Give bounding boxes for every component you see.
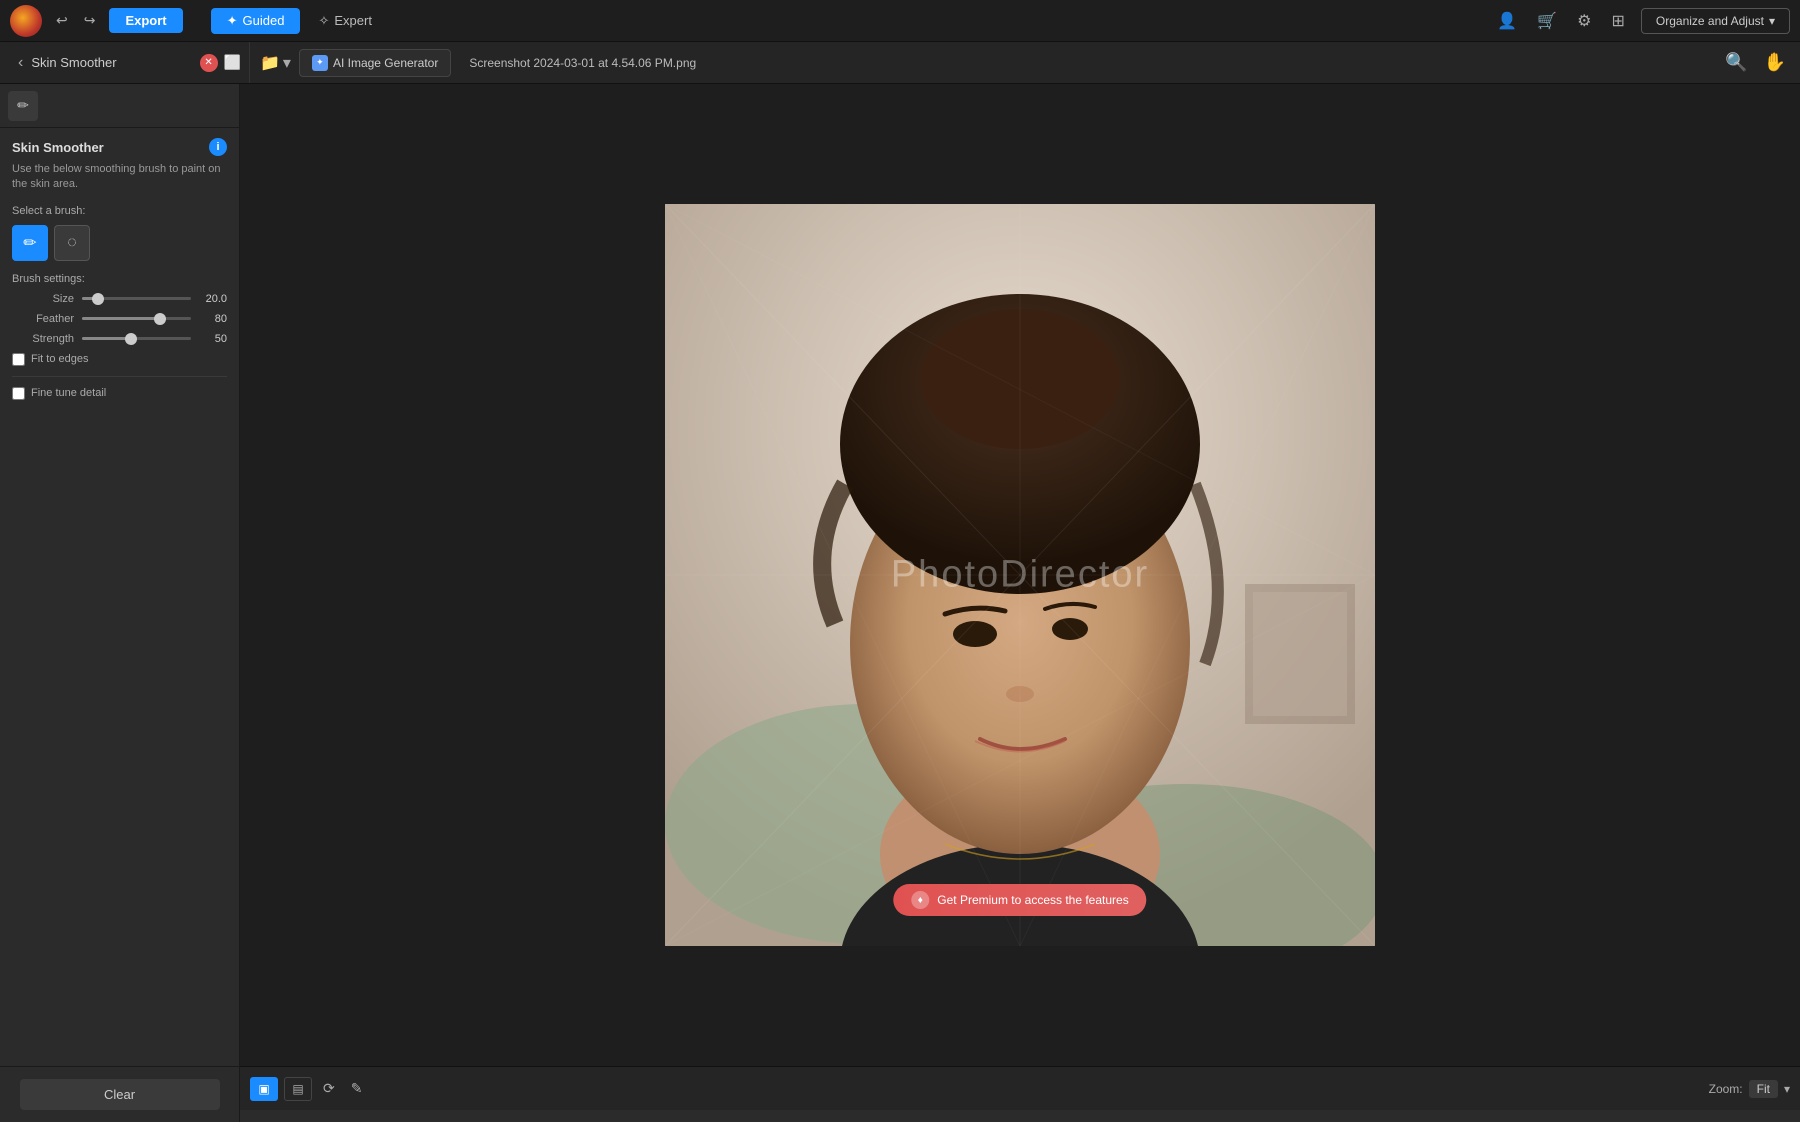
expert-label: Expert: [334, 13, 372, 28]
undo-button[interactable]: ↩: [50, 8, 74, 33]
size-value: 20.0: [199, 293, 227, 305]
search-button[interactable]: 🔍: [1721, 48, 1751, 77]
cart-icon[interactable]: 🛒: [1533, 7, 1561, 35]
feather-label: Feather: [12, 313, 74, 325]
strength-label: Strength: [12, 333, 74, 345]
photo-svg: [665, 204, 1375, 946]
export-button[interactable]: Export: [109, 8, 182, 33]
ai-generator-button[interactable]: ✦ AI Image Generator: [299, 49, 451, 77]
strength-slider[interactable]: [82, 337, 191, 340]
fine-tune-row: Fine tune detail: [12, 387, 227, 400]
photo-container: PhotoDirector ♦ Get Premium to access th…: [665, 204, 1375, 946]
folder-arrow-icon: ▾: [283, 53, 291, 73]
organize-label: Organize and Adjust: [1656, 14, 1764, 28]
fit-to-edges-label: Fit to edges: [31, 353, 88, 365]
erase-brush-button[interactable]: ◌: [54, 225, 90, 261]
guided-label: Guided: [243, 13, 285, 28]
panel-content: Skin Smoother i Use the below smoothing …: [0, 128, 239, 1066]
file-area: 📁 ▾ ✦ AI Image Generator Screenshot 2024…: [250, 49, 706, 77]
zoom-label: Zoom:: [1709, 1082, 1743, 1096]
mode-tabs: ✦ Guided ✧ Expert: [211, 8, 388, 34]
paint-brush-button[interactable]: ✏: [12, 225, 48, 261]
panel-section-title: Skin Smoother i: [12, 138, 227, 156]
settings-icon[interactable]: ⚙: [1573, 7, 1595, 35]
expert-icon: ✧: [318, 13, 329, 29]
tab-expert[interactable]: ✧ Expert: [302, 8, 387, 34]
app-logo: [10, 5, 42, 37]
zoom-value: Fit: [1749, 1080, 1778, 1098]
bottom-bar-left: ▣ ▤ ⟳ ✎: [250, 1077, 367, 1101]
photo-background: PhotoDirector ♦ Get Premium to access th…: [665, 204, 1375, 946]
redo-button[interactable]: ↪: [78, 8, 102, 33]
tab-guided[interactable]: ✦ Guided: [211, 8, 301, 34]
panel-header: ‹ Skin Smoother ✕ ⬜: [10, 42, 250, 83]
fit-to-edges-row: Fit to edges: [12, 353, 227, 366]
brush-settings-label: Brush settings:: [12, 273, 227, 285]
panel-close-button[interactable]: ✕: [200, 54, 218, 72]
size-label: Size: [12, 293, 74, 305]
left-panel: ✏ Skin Smoother i Use the below smoothin…: [0, 84, 240, 1066]
clear-button[interactable]: Clear: [20, 1079, 220, 1110]
divider: [12, 376, 227, 377]
rotate-icon-button[interactable]: ⟳: [318, 1077, 340, 1100]
fine-tune-label: Fine tune detail: [31, 387, 106, 399]
organize-button[interactable]: Organize and Adjust ▾: [1641, 8, 1790, 34]
secondary-bar: ‹ Skin Smoother ✕ ⬜ 📁 ▾ ✦ AI Image Gener…: [0, 42, 1800, 84]
bottom-bar: ▣ ▤ ⟳ ✎ Zoom: Fit ▾: [240, 1066, 1800, 1110]
account-icon[interactable]: 👤: [1493, 7, 1521, 35]
undo-redo-group: ↩ ↪: [50, 8, 101, 33]
grid-icon[interactable]: ⊞: [1607, 7, 1628, 35]
filename-label: Screenshot 2024-03-01 at 4.54.06 PM.png: [469, 56, 696, 70]
tool-icon-strip: ✏: [0, 84, 239, 128]
folder-button[interactable]: 📁 ▾: [260, 53, 291, 73]
strength-slider-row: Strength 50: [12, 333, 227, 345]
bottom-bar-right: Zoom: Fit ▾: [1709, 1080, 1790, 1098]
premium-badge[interactable]: ♦ Get Premium to access the features: [893, 884, 1146, 916]
guided-icon: ✦: [227, 13, 238, 29]
edit-icon-button[interactable]: ✎: [346, 1077, 368, 1100]
feather-slider-row: Feather 80: [12, 313, 227, 325]
panel-title: Skin Smoother: [31, 55, 116, 70]
view-compare-button[interactable]: ▤: [284, 1077, 312, 1101]
premium-icon: ♦: [911, 891, 929, 909]
folder-icon: 📁: [260, 53, 280, 73]
size-slider[interactable]: [82, 297, 191, 300]
bottom-left: Clear: [0, 1066, 240, 1122]
back-button[interactable]: ‹: [18, 54, 23, 72]
main-content-area: ✏ Skin Smoother i Use the below smoothin…: [0, 84, 1800, 1066]
hand-tool-button[interactable]: ✋: [1760, 48, 1790, 77]
panel-description: Use the below smoothing brush to paint o…: [12, 162, 227, 193]
secondary-bar-right: 🔍 ✋: [1721, 48, 1790, 77]
section-title-text: Skin Smoother: [12, 140, 104, 155]
premium-label: Get Premium to access the features: [937, 893, 1128, 907]
feather-value: 80: [199, 313, 227, 325]
canvas-area: PhotoDirector ♦ Get Premium to access th…: [240, 84, 1800, 1066]
bottom-row: Clear ▣ ▤ ⟳ ✎ Zoom: Fit ▾: [0, 1066, 1800, 1122]
brush-tools: ✏ ◌: [12, 225, 227, 261]
skin-smoother-tool-icon[interactable]: ✏: [8, 91, 38, 121]
view-single-button[interactable]: ▣: [250, 1077, 278, 1101]
fit-to-edges-checkbox[interactable]: [12, 353, 25, 366]
info-icon[interactable]: i: [209, 138, 227, 156]
organize-arrow-icon: ▾: [1769, 14, 1775, 28]
feather-slider[interactable]: [82, 317, 191, 320]
panel-expand-button[interactable]: ⬜: [224, 54, 241, 72]
size-slider-row: Size 20.0: [12, 293, 227, 305]
ai-gen-label: AI Image Generator: [333, 56, 438, 70]
brush-select-label: Select a brush:: [12, 205, 227, 217]
strength-value: 50: [199, 333, 227, 345]
top-bar: ↩ ↪ Export ✦ Guided ✧ Expert 👤 🛒 ⚙ ⊞ Org…: [0, 0, 1800, 42]
ai-icon: ✦: [312, 55, 328, 71]
top-bar-right: 👤 🛒 ⚙ ⊞ Organize and Adjust ▾: [1493, 7, 1790, 35]
zoom-dropdown-button[interactable]: ▾: [1784, 1082, 1790, 1096]
fine-tune-checkbox[interactable]: [12, 387, 25, 400]
